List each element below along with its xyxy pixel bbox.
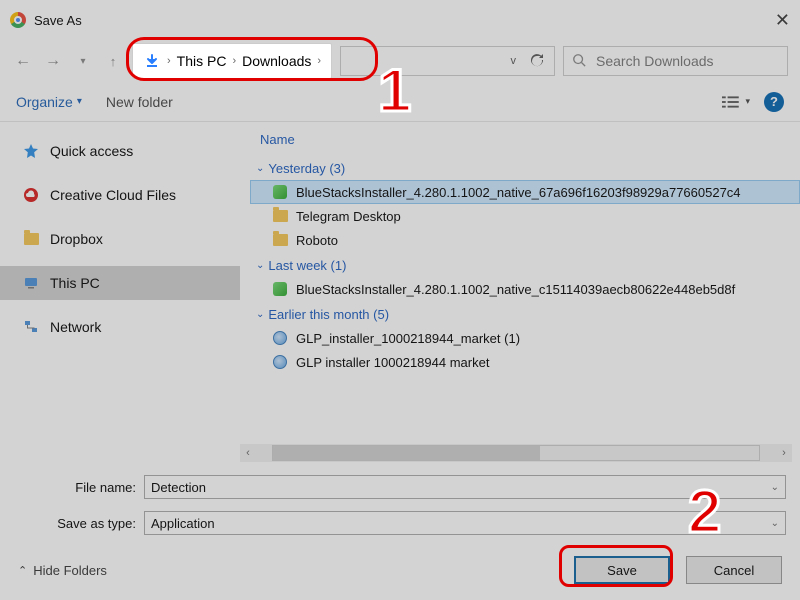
sidebar-item-label: Network	[50, 319, 101, 335]
filename-label: File name:	[14, 480, 144, 495]
group-header[interactable]: ⌄ Earlier this month (5)	[250, 301, 800, 326]
close-button[interactable]: ✕	[775, 10, 790, 31]
chevron-down-icon: ▾	[745, 96, 750, 107]
chevron-down-icon[interactable]: ⌄	[771, 482, 779, 493]
glp-icon	[272, 354, 288, 370]
search-icon	[572, 53, 586, 70]
help-button[interactable]: ?	[764, 92, 784, 112]
file-name: GLP_installer_1000218944_market (1)	[296, 331, 520, 346]
callout-ring-1	[126, 37, 378, 81]
up-button[interactable]: ↑	[102, 50, 124, 72]
group-label: Earlier this month (5)	[268, 307, 389, 322]
sidebar-item-dropbox[interactable]: Dropbox	[0, 222, 240, 256]
sidebar-item-creative-cloud[interactable]: Creative Cloud Files	[0, 178, 240, 212]
scroll-left-icon[interactable]: ‹	[240, 447, 256, 459]
file-name: Telegram Desktop	[296, 209, 401, 224]
scroll-thumb[interactable]	[273, 446, 540, 460]
file-name: Roboto	[296, 233, 338, 248]
file-row[interactable]: Telegram Desktop	[250, 204, 800, 228]
savetype-value: Application	[151, 516, 215, 531]
chevron-down-icon: ⌄	[256, 260, 264, 271]
address-dropdown-icon[interactable]: v	[511, 55, 517, 67]
chevron-up-icon: ⌃	[18, 564, 27, 577]
sidebar-item-quick-access[interactable]: Quick access	[0, 134, 240, 168]
view-options-button[interactable]: ▾	[722, 91, 750, 113]
save-fields: File name: Detection ⌄ Save as type: Appl…	[0, 462, 800, 548]
sidebar-item-label: Dropbox	[50, 231, 103, 247]
horizontal-scrollbar[interactable]: ‹ ›	[240, 444, 792, 462]
folder-icon	[272, 208, 288, 224]
file-name: BlueStacksInstaller_4.280.1.1002_native_…	[296, 282, 735, 297]
hide-folders-label: Hide Folders	[33, 563, 107, 578]
window-title: Save As	[34, 13, 82, 28]
star-icon	[22, 142, 40, 160]
file-row[interactable]: GLP_installer_1000218944_market (1)	[250, 326, 800, 350]
pc-icon	[22, 274, 40, 292]
file-row[interactable]: Roboto	[250, 228, 800, 252]
folder-icon	[22, 230, 40, 248]
cancel-button[interactable]: Cancel	[686, 556, 782, 584]
file-list: Name ⌄ Yesterday (3) BlueStacksInstaller_…	[240, 122, 800, 462]
group-label: Last week (1)	[268, 258, 346, 273]
scroll-right-icon[interactable]: ›	[776, 447, 792, 459]
sidebar-item-network[interactable]: Network	[0, 310, 240, 344]
file-name: BlueStacksInstaller_4.280.1.1002_native_…	[296, 185, 741, 200]
titlebar: Save As ✕	[0, 0, 800, 40]
organize-menu[interactable]: Organize ▾	[16, 94, 82, 110]
chrome-icon	[10, 12, 26, 28]
folder-icon	[272, 232, 288, 248]
group-header[interactable]: ⌄ Last week (1)	[250, 252, 800, 277]
cloud-icon	[22, 186, 40, 204]
refresh-button[interactable]	[526, 50, 548, 72]
group-header[interactable]: ⌄ Yesterday (3)	[250, 155, 800, 180]
new-folder-button[interactable]: New folder	[106, 94, 173, 110]
bluestacks-icon	[272, 184, 288, 200]
footer: ⌃ Hide Folders Save Cancel	[0, 540, 800, 600]
file-row[interactable]: GLP installer 1000218944 market	[250, 350, 800, 374]
forward-button[interactable]: →	[42, 50, 64, 72]
chevron-down-icon: ⌄	[256, 309, 264, 320]
chevron-down-icon: ⌄	[256, 163, 264, 174]
hide-folders-toggle[interactable]: ⌃ Hide Folders	[18, 563, 107, 578]
search-input[interactable]	[594, 52, 779, 70]
callout-number-2: 2	[688, 477, 721, 546]
savetype-label: Save as type:	[14, 516, 144, 531]
bluestacks-icon	[272, 281, 288, 297]
file-row[interactable]: BlueStacksInstaller_4.280.1.1002_native_…	[250, 277, 800, 301]
recent-locations-dropdown[interactable]: ▾	[72, 50, 94, 72]
sidebar-item-label: Quick access	[50, 143, 133, 159]
filename-value: Detection	[151, 480, 206, 495]
group-label: Yesterday (3)	[268, 161, 345, 176]
sidebar-item-label: This PC	[50, 275, 100, 291]
back-button[interactable]: ←	[12, 50, 34, 72]
chevron-down-icon[interactable]: ⌄	[771, 518, 779, 529]
sidebar-item-this-pc[interactable]: This PC	[0, 266, 240, 300]
callout-number-1: 1	[378, 56, 411, 125]
network-icon	[22, 318, 40, 336]
sidebar: Quick access Creative Cloud Files Dropbo…	[0, 122, 240, 462]
organize-label: Organize	[16, 94, 73, 110]
search-box[interactable]	[563, 46, 788, 76]
file-name: GLP installer 1000218944 market	[296, 355, 489, 370]
column-header-name[interactable]: Name	[250, 128, 800, 155]
glp-icon	[272, 330, 288, 346]
scroll-track[interactable]	[272, 445, 760, 461]
callout-ring-2	[559, 545, 673, 587]
file-row[interactable]: BlueStacksInstaller_4.280.1.1002_native_…	[250, 180, 800, 204]
chevron-down-icon: ▾	[77, 96, 82, 107]
main-area: Quick access Creative Cloud Files Dropbo…	[0, 122, 800, 462]
sidebar-item-label: Creative Cloud Files	[50, 187, 176, 203]
